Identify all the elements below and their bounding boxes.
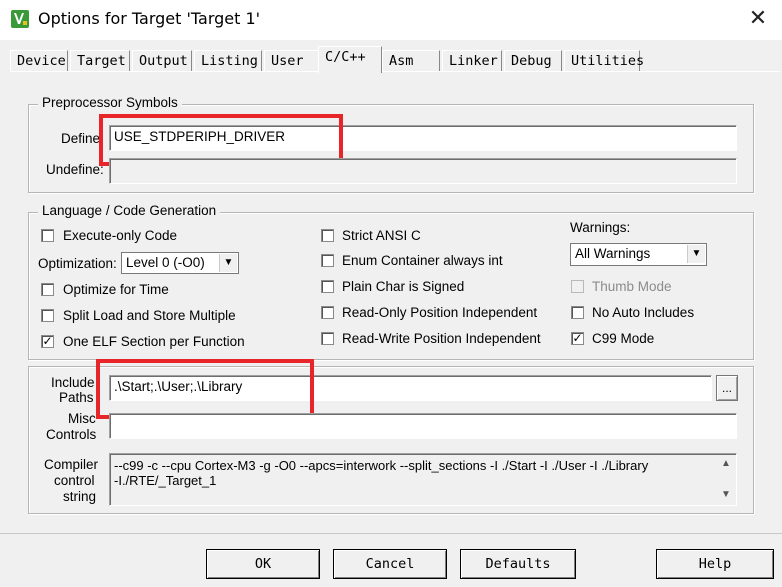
ro-pi-label: Read-Only Position Independent <box>342 305 538 320</box>
help-button[interactable]: Help <box>656 549 774 579</box>
preprocessor-group-title: Preprocessor Symbols <box>38 95 182 110</box>
plain-char-checkbox[interactable] <box>321 280 334 293</box>
scroll-up-icon[interactable]: ▲ <box>719 458 733 469</box>
keil-uvision-icon <box>10 9 30 29</box>
tab-c-cpp[interactable]: C/C++ <box>318 46 382 73</box>
optimize-time-label: Optimize for Time <box>63 282 169 297</box>
ro-pi-checkbox[interactable] <box>321 306 334 319</box>
misc-controls-input[interactable] <box>109 413 737 439</box>
tab-panel-edge <box>10 71 780 72</box>
tab-output[interactable]: Output <box>132 50 192 72</box>
tab-debug[interactable]: Debug <box>504 50 562 72</box>
plain-char-label: Plain Char is Signed <box>342 279 465 294</box>
undefine-input[interactable] <box>109 158 737 184</box>
chevron-down-icon[interactable]: ▼ <box>219 254 237 272</box>
one-elf-label: One ELF Section per Function <box>63 334 245 349</box>
thumb-mode-label: Thumb Mode <box>592 279 672 294</box>
misc-controls-label-1: Misc <box>68 411 96 426</box>
strict-ansi-checkbox[interactable] <box>321 229 334 242</box>
c99-mode-checkbox[interactable]: ✓ <box>571 332 584 345</box>
optimization-select[interactable]: Level 0 (-O0) ▼ <box>121 252 239 274</box>
tab-asm[interactable]: Asm <box>382 50 440 72</box>
browse-include-button[interactable]: ... <box>716 375 738 401</box>
optimization-label: Optimization: <box>38 256 117 271</box>
chevron-down-icon[interactable]: ▼ <box>687 245 705 263</box>
optimize-time-checkbox[interactable] <box>41 283 54 296</box>
compiler-control-label-3: string <box>63 489 97 504</box>
compiler-control-label-2: control <box>54 473 95 488</box>
tab-listing[interactable]: Listing <box>194 50 262 72</box>
highlight-box-include <box>96 359 314 419</box>
cancel-button[interactable]: Cancel <box>333 549 447 579</box>
rw-pi-checkbox[interactable] <box>321 332 334 345</box>
misc-controls-label-2: Controls <box>46 427 97 442</box>
tab-device[interactable]: Device <box>10 50 68 72</box>
button-bar-divider <box>0 533 782 534</box>
compiler-control-string: --c99 -c --cpu Cortex-M3 -g -O0 --apcs=i… <box>109 453 737 506</box>
compiler-control-line-1: --c99 -c --cpu Cortex-M3 -g -O0 --apcs=i… <box>114 458 649 473</box>
compiler-control-line-2: -I./RTE/_Target_1 <box>114 473 217 488</box>
thumb-mode-checkbox <box>571 280 584 293</box>
warnings-value: All Warnings <box>575 246 651 261</box>
split-load-store-checkbox[interactable] <box>41 309 54 322</box>
strict-ansi-label: Strict ANSI C <box>342 228 421 243</box>
define-label: Define: <box>61 131 104 146</box>
tab-utilities[interactable]: Utilities <box>564 50 644 72</box>
enum-container-checkbox[interactable] <box>321 254 334 267</box>
undefine-label: Undefine: <box>46 162 104 177</box>
tab-user[interactable]: User <box>264 50 320 72</box>
compiler-control-label-1: Compiler <box>44 457 99 472</box>
enum-container-label: Enum Container always int <box>342 253 503 268</box>
one-elf-checkbox[interactable]: ✓ <box>41 335 54 348</box>
language-group-title: Language / Code Generation <box>38 203 221 218</box>
optimization-value: Level 0 (-O0) <box>126 255 205 270</box>
split-load-store-label: Split Load and Store Multiple <box>63 308 236 323</box>
no-auto-includes-checkbox[interactable] <box>571 306 584 319</box>
no-auto-includes-label: No Auto Includes <box>592 305 695 320</box>
ok-button[interactable]: OK <box>206 549 320 579</box>
defaults-button[interactable]: Defaults <box>460 549 576 579</box>
warnings-label: Warnings: <box>570 220 631 235</box>
include-paths-label-1: Include <box>51 375 95 390</box>
close-icon[interactable]: ✕ <box>743 4 773 34</box>
warnings-select[interactable]: All Warnings ▼ <box>570 243 707 266</box>
tab-linker[interactable]: Linker <box>442 50 502 72</box>
execute-only-label: Execute-only Code <box>63 228 178 243</box>
execute-only-checkbox[interactable] <box>41 229 54 242</box>
include-paths-label-2: Paths <box>59 390 94 405</box>
window-title: Options for Target 'Target 1' <box>38 9 261 28</box>
rw-pi-label: Read-Write Position Independent <box>342 331 541 346</box>
tab-target[interactable]: Target <box>70 50 130 72</box>
tab-strip: Device Target Output Listing User C/C++ … <box>10 46 780 73</box>
scroll-down-icon[interactable]: ▼ <box>719 489 733 500</box>
c99-mode-label: C99 Mode <box>592 331 655 346</box>
